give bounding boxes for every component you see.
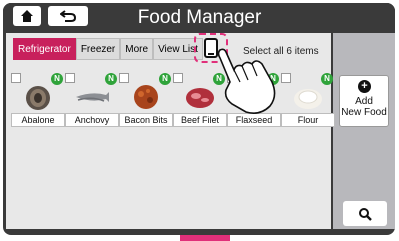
- food-item-bacon-bits[interactable]: N Bacon Bits: [119, 73, 173, 127]
- plus-icon: +: [358, 80, 371, 93]
- tab-freezer[interactable]: Freezer: [75, 38, 121, 60]
- food-item-anchovy[interactable]: N Anchovy: [65, 73, 119, 127]
- add-new-food-button[interactable]: + Add New Food: [339, 75, 389, 127]
- touch-hand-icon: [217, 48, 276, 114]
- abalone-icon: [26, 86, 50, 110]
- anchovy-icon: [76, 92, 109, 102]
- food-list-area: [6, 33, 331, 229]
- search-icon: [359, 207, 372, 221]
- page-title: Food Manager: [137, 7, 262, 28]
- new-food-label: New Food: [341, 107, 387, 118]
- food-item-flour[interactable]: N Flour: [281, 73, 335, 127]
- bacon-bits-icon: [134, 85, 158, 109]
- tab-bar: Refrigerator Freezer More View List: [13, 38, 203, 60]
- side-panel: [333, 33, 395, 229]
- tab-refrigerator[interactable]: Refrigerator: [13, 38, 76, 60]
- search-button[interactable]: [343, 201, 387, 226]
- flour-icon: [294, 89, 322, 109]
- item-label: Anchovy: [65, 113, 119, 127]
- item-label: Bacon Bits: [119, 113, 173, 127]
- item-label: Flour: [281, 113, 335, 127]
- food-item-abalone[interactable]: N Abalone: [11, 73, 65, 127]
- tab-more[interactable]: More: [120, 38, 154, 60]
- item-label: Abalone: [11, 113, 65, 127]
- scroll-indicator[interactable]: [180, 235, 230, 241]
- add-label: Add: [355, 96, 373, 107]
